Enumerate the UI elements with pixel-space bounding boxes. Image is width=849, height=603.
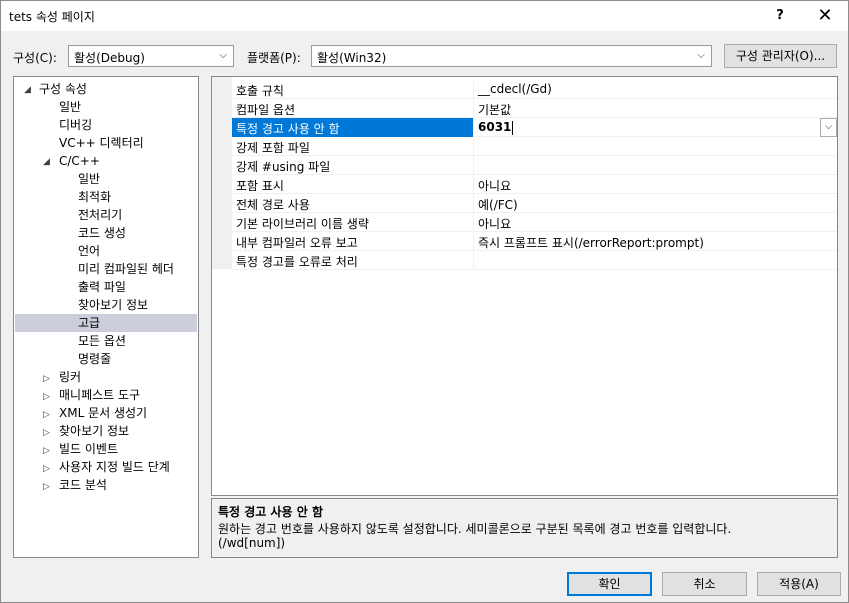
category-tree: ◢ 구성 속성 일반 디버깅 VC++ 디렉터리 ◢ C/C++ 일반 최적화 … bbox=[13, 76, 199, 558]
tree-item-debugging[interactable]: 디버깅 bbox=[59, 116, 92, 134]
configuration-label: 구성(C): bbox=[13, 51, 57, 65]
column-divider bbox=[473, 156, 474, 175]
collapsed-triangle-icon[interactable]: ▷ bbox=[43, 464, 50, 474]
close-button[interactable]: ✕ bbox=[802, 1, 848, 31]
cancel-button[interactable]: 취소 bbox=[662, 572, 747, 596]
property-row[interactable]: 특정 경고를 오류로 처리 bbox=[232, 251, 837, 270]
tree-item-browse-info[interactable]: 찾아보기 정보 bbox=[59, 422, 129, 440]
ok-button[interactable]: 확인 bbox=[567, 572, 652, 596]
column-divider bbox=[473, 232, 474, 251]
column-divider bbox=[473, 80, 474, 99]
tree-item-custom-build-step[interactable]: 사용자 지정 빌드 단계 bbox=[59, 458, 170, 476]
column-divider bbox=[473, 118, 474, 137]
property-value: 기본값 bbox=[478, 103, 512, 117]
collapsed-triangle-icon[interactable]: ▷ bbox=[43, 374, 50, 384]
expanded-triangle-icon[interactable]: ◢ bbox=[24, 85, 31, 95]
platform-value: 활성(Win32) bbox=[317, 51, 387, 65]
tree-item-cpp[interactable]: C/C++ bbox=[59, 152, 100, 170]
property-value-text: 6031 bbox=[478, 120, 512, 134]
property-row[interactable]: 호출 규칙 __cdecl(/Gd) bbox=[232, 80, 837, 99]
collapsed-triangle-icon[interactable]: ▷ bbox=[43, 482, 50, 492]
property-row[interactable]: 기본 라이브러리 이름 생략 아니요 bbox=[232, 213, 837, 232]
tree-item-preprocessor[interactable]: 전처리기 bbox=[78, 206, 122, 224]
tree-item-browse-information[interactable]: 찾아보기 정보 bbox=[78, 296, 148, 314]
tree-item-optimization[interactable]: 최적화 bbox=[78, 188, 111, 206]
property-value-editor[interactable]: 6031 bbox=[478, 120, 514, 135]
property-name: 기본 라이브러리 이름 생략 bbox=[236, 217, 369, 231]
column-divider bbox=[473, 175, 474, 194]
apply-button[interactable]: 적용(A) bbox=[757, 572, 841, 596]
platform-label: 플랫폼(P): bbox=[247, 51, 301, 65]
tree-item-command-line[interactable]: 명령줄 bbox=[78, 350, 111, 368]
property-value: 아니요 bbox=[478, 179, 512, 193]
tree-item-cpp-general[interactable]: 일반 bbox=[78, 170, 100, 188]
property-name: 전체 경로 사용 bbox=[236, 198, 310, 212]
property-name: 특정 경고 사용 안 함 bbox=[236, 122, 340, 136]
tree-item-all-options[interactable]: 모든 옵션 bbox=[78, 332, 126, 350]
tree-item-manifest-tool[interactable]: 매니페스트 도구 bbox=[59, 386, 140, 404]
property-value: 즉시 프롬프트 표시(/errorReport:prompt) bbox=[478, 236, 704, 250]
tree-item-advanced-selected[interactable]: 고급 bbox=[15, 314, 197, 332]
description-title: 특정 경고 사용 안 함 bbox=[218, 505, 324, 519]
property-row[interactable]: 강제 #using 파일 bbox=[232, 156, 837, 175]
tree-item-precompiled-headers[interactable]: 미리 컴파일된 헤더 bbox=[78, 260, 174, 278]
property-row[interactable]: 포함 표시 아니요 bbox=[232, 175, 837, 194]
property-row[interactable]: 내부 컴파일러 오류 보고 즉시 프롬프트 표시(/errorReport:pr… bbox=[232, 232, 837, 251]
property-value: 아니요 bbox=[478, 217, 512, 231]
chevron-down-icon: ⌵ bbox=[697, 50, 705, 61]
property-pages-dialog: tets 속성 페이지 ? ✕ 구성(C): 활성(Debug) ⌵ 플랫폼(P… bbox=[0, 0, 849, 603]
property-row[interactable]: 강제 포함 파일 bbox=[232, 137, 837, 156]
description-switch: (/wd[num]) bbox=[218, 536, 286, 550]
property-name: 호출 규칙 bbox=[236, 84, 284, 98]
value-dropdown-button[interactable]: ⌵ bbox=[820, 118, 837, 137]
tree-item-linker[interactable]: 링커 bbox=[59, 368, 81, 386]
property-grid: 호출 규칙 __cdecl(/Gd) 컴파일 옵션 기본값 특정 경고 사용 안… bbox=[211, 76, 838, 496]
title-bar: tets 속성 페이지 ? ✕ bbox=[1, 1, 848, 31]
platform-select[interactable]: 활성(Win32) ⌵ bbox=[311, 45, 712, 67]
collapsed-triangle-icon[interactable]: ▷ bbox=[43, 410, 50, 420]
property-name: 내부 컴파일러 오류 보고 bbox=[236, 236, 358, 250]
text-caret bbox=[512, 120, 514, 135]
chevron-down-icon: ⌵ bbox=[219, 50, 227, 61]
column-divider bbox=[473, 194, 474, 213]
grid-gutter bbox=[212, 77, 232, 269]
property-value: 예(/FC) bbox=[478, 198, 518, 212]
configuration-select[interactable]: 활성(Debug) ⌵ bbox=[68, 45, 234, 67]
description-panel: 특정 경고 사용 안 함 원하는 경고 번호를 사용하지 않도록 설정합니다. … bbox=[211, 498, 838, 558]
property-row[interactable]: 전체 경로 사용 예(/FC) bbox=[232, 194, 837, 213]
window-title: tets 속성 페이지 bbox=[9, 10, 95, 24]
tree-item-language[interactable]: 언어 bbox=[78, 242, 100, 260]
help-button[interactable]: ? bbox=[757, 1, 803, 31]
tree-item-xml-doc-generator[interactable]: XML 문서 생성기 bbox=[59, 404, 147, 422]
configuration-value: 활성(Debug) bbox=[74, 51, 145, 65]
configuration-manager-button[interactable]: 구성 관리자(O)... bbox=[724, 44, 837, 68]
property-name: 강제 #using 파일 bbox=[236, 160, 331, 174]
property-row-selected[interactable]: 특정 경고 사용 안 함 6031 ⌵ bbox=[232, 118, 837, 137]
tree-item-vc-directories[interactable]: VC++ 디렉터리 bbox=[59, 134, 144, 152]
tree-item-general[interactable]: 일반 bbox=[59, 98, 81, 116]
tree-item-build-events[interactable]: 빌드 이벤트 bbox=[59, 440, 118, 458]
column-divider bbox=[473, 137, 474, 156]
expanded-triangle-icon[interactable]: ◢ bbox=[43, 157, 50, 167]
description-text: 원하는 경고 번호를 사용하지 않도록 설정합니다. 세미콜론으로 구분된 목록… bbox=[218, 522, 732, 536]
property-name: 강제 포함 파일 bbox=[236, 141, 310, 155]
collapsed-triangle-icon[interactable]: ▷ bbox=[43, 392, 50, 402]
tree-item-configuration-properties[interactable]: 구성 속성 bbox=[39, 80, 87, 98]
property-value: __cdecl(/Gd) bbox=[478, 82, 552, 96]
collapsed-triangle-icon[interactable]: ▷ bbox=[43, 428, 50, 438]
property-name: 포함 표시 bbox=[236, 179, 284, 193]
property-name: 컴파일 옵션 bbox=[236, 103, 296, 117]
column-divider bbox=[473, 213, 474, 232]
tree-item-code-analysis[interactable]: 코드 분석 bbox=[59, 476, 107, 494]
property-row[interactable]: 컴파일 옵션 기본값 bbox=[232, 99, 837, 118]
property-name: 특정 경고를 오류로 처리 bbox=[236, 255, 358, 269]
tree-item-output-files[interactable]: 출력 파일 bbox=[78, 278, 126, 296]
column-divider bbox=[473, 251, 474, 270]
column-divider bbox=[473, 99, 474, 118]
tree-item-code-generation[interactable]: 코드 생성 bbox=[78, 224, 126, 242]
collapsed-triangle-icon[interactable]: ▷ bbox=[43, 446, 50, 456]
tree-item-advanced-label: 고급 bbox=[78, 316, 101, 330]
